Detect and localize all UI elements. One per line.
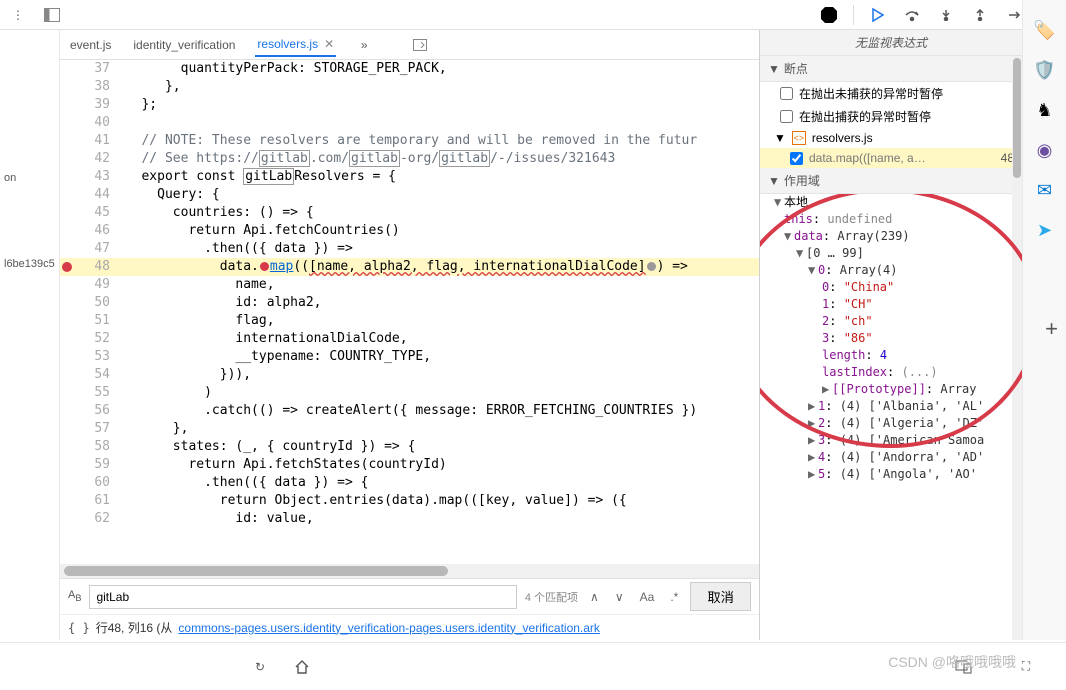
pause-caught-row[interactable]: 在抛出捕获的异常时暂停	[760, 105, 1022, 128]
add-icon[interactable]: +	[1045, 316, 1058, 342]
outlook-icon[interactable]: ✉	[1033, 178, 1057, 202]
home-icon[interactable]	[292, 657, 312, 677]
breakpoint-dot[interactable]	[62, 262, 72, 272]
step-icon[interactable]	[1004, 5, 1024, 25]
source-link[interactable]: commons-pages.users.identity_verificatio…	[178, 621, 600, 635]
chess-icon[interactable]: ♞	[1033, 98, 1057, 122]
file-icon: <>	[792, 131, 806, 145]
breakpoints-header[interactable]: ▼断点	[760, 56, 1022, 82]
scope-body[interactable]: ▼本地 this: undefined ▼data: Array(239) ▼[…	[760, 194, 1022, 640]
pause-uncaught-checkbox[interactable]	[780, 87, 793, 100]
prev-match-icon[interactable]: ∧	[586, 588, 603, 606]
match-count: 4 个匹配项	[525, 589, 578, 605]
case-option[interactable]: Aa	[636, 588, 659, 606]
pause-uncaught-row[interactable]: 在抛出未捕获的异常时暂停	[760, 82, 1022, 105]
code-editor[interactable]: 37 quantityPerPack: STORAGE_PER_PACK, 38…	[60, 60, 759, 564]
search-mode-icon[interactable]: AB	[68, 589, 81, 603]
close-icon[interactable]: ✕	[324, 37, 334, 51]
telegram-icon[interactable]: ➤	[1033, 218, 1057, 242]
resume-icon[interactable]	[868, 5, 888, 25]
expand-icon[interactable]: ⛶	[1016, 657, 1036, 677]
watch-header: 无监视表达式	[760, 30, 1022, 56]
step-over-icon[interactable]	[902, 5, 922, 25]
search-bar: AB 4 个匹配项 ∧ ∨ Aa .* 取消	[60, 578, 759, 614]
scope-header[interactable]: ▼作用域	[760, 168, 1022, 194]
regex-option[interactable]: .*	[666, 588, 682, 606]
step-out-icon[interactable]	[970, 5, 990, 25]
shield-icon[interactable]: 🛡️	[1033, 58, 1057, 82]
horizontal-scrollbar[interactable]	[60, 564, 759, 578]
tab-resolvers-js[interactable]: resolvers.js✕	[255, 33, 336, 57]
next-match-icon[interactable]: ∨	[611, 588, 628, 606]
watermark: CSDN @咯哦哦哦哦	[888, 652, 1016, 672]
bp-file-row[interactable]: ▼<>resolvers.js	[760, 128, 1022, 148]
step-into-icon[interactable]	[936, 5, 956, 25]
stop-icon[interactable]	[819, 5, 839, 25]
search-input[interactable]	[89, 585, 516, 609]
debug-pane: 无监视表达式 ▼断点 在抛出未捕获的异常时暂停 在抛出捕获的异常时暂停 ▼<>r…	[760, 30, 1022, 640]
status-line: { } 行48, 列16 (从commons-pages.users.ident…	[60, 614, 759, 640]
bp-line-row[interactable]: data.map(([name, a…48	[760, 148, 1022, 168]
panel-icon[interactable]	[42, 5, 62, 25]
reload-icon[interactable]: ↻	[250, 657, 270, 677]
commit-hash: l6be139c5	[0, 256, 59, 272]
tab-event-js[interactable]: event.js	[68, 34, 113, 56]
editor-tabs: event.js identity_verification resolvers…	[60, 30, 759, 60]
tab-menu-icon[interactable]	[410, 35, 430, 55]
left-label: on	[0, 170, 59, 186]
bp-checkbox[interactable]	[790, 152, 803, 165]
brace-icon[interactable]: { }	[68, 621, 90, 635]
left-sidebar: on l6be139c5	[0, 30, 60, 640]
toolbar: ⋮	[0, 0, 1066, 30]
tag-icon[interactable]: 🏷️	[1033, 18, 1057, 42]
swirl-icon[interactable]: ◉	[1033, 138, 1057, 162]
more-tabs-icon[interactable]: »	[354, 35, 374, 55]
tab-identity-verification[interactable]: identity_verification	[131, 34, 237, 56]
pause-caught-checkbox[interactable]	[780, 110, 793, 123]
more-menu-icon[interactable]: ⋮	[8, 5, 28, 25]
cancel-button[interactable]: 取消	[690, 582, 751, 611]
editor-pane: event.js identity_verification resolvers…	[60, 30, 760, 640]
right-app-bar: 🏷️ 🛡️ ♞ ◉ ✉ ➤ +	[1022, 0, 1066, 640]
